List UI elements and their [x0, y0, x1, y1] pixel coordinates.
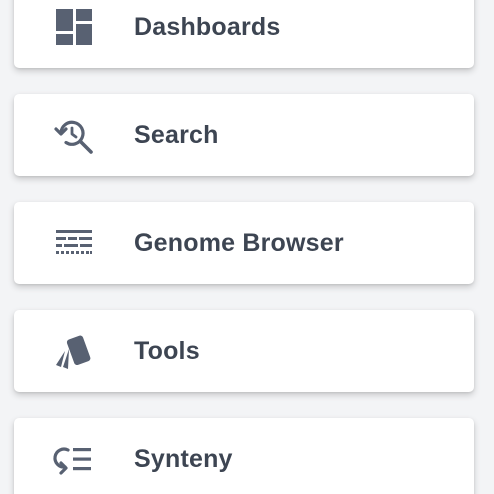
navigation-list: Dashboards Search Genome Browser Tools S… — [0, 0, 494, 494]
nav-item-label: Genome Browser — [134, 228, 344, 257]
search-history-icon — [52, 113, 96, 157]
genome-track-icon — [52, 221, 96, 265]
nav-item-genome-browser[interactable]: Genome Browser — [14, 202, 474, 284]
nav-item-label: Search — [134, 120, 219, 149]
nav-item-synteny[interactable]: Synteny — [14, 418, 474, 494]
nav-item-tools[interactable]: Tools — [14, 310, 474, 392]
nav-item-dashboards[interactable]: Dashboards — [14, 0, 474, 68]
tools-cards-icon — [52, 329, 96, 373]
nav-item-search[interactable]: Search — [14, 94, 474, 176]
nav-item-label: Dashboards — [134, 12, 281, 41]
nav-item-label: Tools — [134, 336, 200, 365]
synteny-list-icon — [52, 437, 96, 481]
nav-item-label: Synteny — [134, 444, 233, 473]
dashboard-grid-icon — [52, 5, 96, 49]
